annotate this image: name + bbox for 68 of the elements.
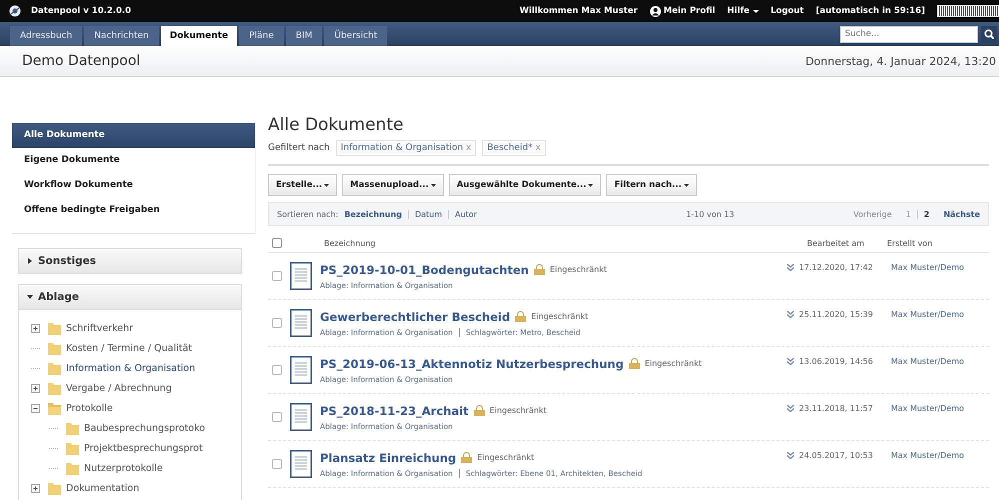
author-link[interactable]: Max Muster/Demo xyxy=(887,310,989,319)
access-label: Eingeschränkt xyxy=(644,359,702,368)
page-title: Demo Datenpool xyxy=(22,53,140,69)
sidebar-item[interactable]: Alle Dokumente xyxy=(12,123,255,148)
section-title: Alle Dokumente xyxy=(268,115,404,135)
tree-item[interactable]: Kosten / Termine / Qualität xyxy=(66,342,192,354)
access-label: Eingeschränkt xyxy=(490,406,547,415)
tree-item[interactable]: Protokolle xyxy=(66,402,113,414)
nav-tab[interactable]: BIM xyxy=(286,26,322,46)
sort-link[interactable]: Datum xyxy=(414,210,442,218)
tree-item[interactable]: Nutzerprotokolle xyxy=(84,462,163,474)
column-header: Bezeichnung xyxy=(323,238,377,248)
welcome-text: Willkommen Max Muster xyxy=(519,6,638,16)
nav-tab[interactable]: Adressbuch xyxy=(10,26,82,46)
nav-tab[interactable]: Pläne xyxy=(239,26,284,46)
nav-tab[interactable]: Nachrichten xyxy=(84,26,159,46)
sort-label: Sortieren nach: xyxy=(277,210,338,218)
author-link[interactable]: Max Muster/Demo xyxy=(887,263,989,272)
date-cell: 25.11.2020, 15:39 xyxy=(799,310,873,319)
search-field[interactable]: Suche... xyxy=(840,26,978,42)
sidebar-item[interactable]: Workflow Dokumente xyxy=(12,173,255,198)
tree-item[interactable]: Schriftverkehr xyxy=(66,322,134,334)
document-link[interactable]: PS_2019-06-13_Aktennotiz Nutzerbesprechung xyxy=(320,356,624,370)
tree-item[interactable]: Projektbesprechungsprot xyxy=(84,442,203,454)
filter-label: Gefiltert nach xyxy=(268,143,330,153)
dropdown-button[interactable]: Massenupload... xyxy=(342,174,444,196)
date-cell: 13.06.2019, 14:56 xyxy=(799,357,873,366)
panel-header[interactable]: Sonstiges xyxy=(19,249,241,273)
profile-link[interactable]: Mein Profil xyxy=(650,6,716,16)
tree-item[interactable]: Information & Organisation xyxy=(66,362,196,374)
app-title: Datenpool v 10.2.0.0 xyxy=(31,6,132,16)
tree-item[interactable]: Vergabe / Abrechnung xyxy=(66,382,172,394)
dropdown-button[interactable]: Erstelle... xyxy=(268,174,338,196)
author-link[interactable]: Max Muster/Demo xyxy=(887,357,989,366)
date-cell: 24.05.2017, 10:53 xyxy=(799,451,873,460)
document-link[interactable]: Gewerberechtlicher Bescheid xyxy=(320,310,510,324)
help-menu[interactable]: Hilfe xyxy=(727,6,759,16)
date-text: Donnerstag, 4. Januar 2024, 13:20 xyxy=(805,54,996,68)
author-link[interactable]: Max Muster/Demo xyxy=(887,404,989,413)
filter-chip[interactable]: Bescheid* x xyxy=(482,140,546,156)
dropdown-button[interactable]: Filtern nach... xyxy=(606,174,697,196)
date-cell: 23.11.2018, 11:57 xyxy=(799,404,873,413)
sidebar-item[interactable]: Offene bedingte Freigaben xyxy=(12,198,255,223)
next-link[interactable]: Nächste xyxy=(943,210,980,218)
logout-link[interactable]: Logout xyxy=(770,6,804,16)
access-label: Eingeschränkt xyxy=(550,265,607,274)
panel-header[interactable]: Ablage xyxy=(19,285,241,309)
dropdown-button[interactable]: Ausgewählte Dokumente... xyxy=(448,174,602,196)
page-link[interactable]: 2 xyxy=(924,210,930,218)
sort-link[interactable]: Autor xyxy=(455,210,477,218)
sort-link[interactable]: Bezeichnung xyxy=(344,210,402,218)
sidebar-item[interactable]: Eigene Dokumente xyxy=(12,148,255,173)
filter-chip[interactable]: Information & Organisation x xyxy=(336,140,476,156)
document-link[interactable]: PS_2019-10-01_Bodengutachten xyxy=(320,262,529,276)
access-label: Eingeschränkt xyxy=(477,453,534,462)
date-cell: 17.12.2020, 17:42 xyxy=(799,263,873,272)
tree-item[interactable]: Dokumentation xyxy=(66,482,140,494)
document-link[interactable]: Plansatz Einreichung xyxy=(320,450,456,464)
column-header: Erstellt von xyxy=(887,238,934,248)
column-header: Bearbeitet am xyxy=(806,238,866,248)
nav-tab[interactable]: Dokumente xyxy=(160,26,238,46)
nav-tab[interactable]: Übersicht xyxy=(324,26,388,46)
tree-item[interactable]: Baubesprechungsprotoko xyxy=(84,422,206,434)
document-link[interactable]: PS_2018-11-23_Archait xyxy=(320,404,469,418)
access-label: Eingeschränkt xyxy=(531,312,588,321)
author-link[interactable]: Max Muster/Demo xyxy=(887,451,989,460)
result-count: 1-10 von 13 xyxy=(686,210,734,218)
session-timer: [automatisch in 59:16] xyxy=(816,6,925,16)
